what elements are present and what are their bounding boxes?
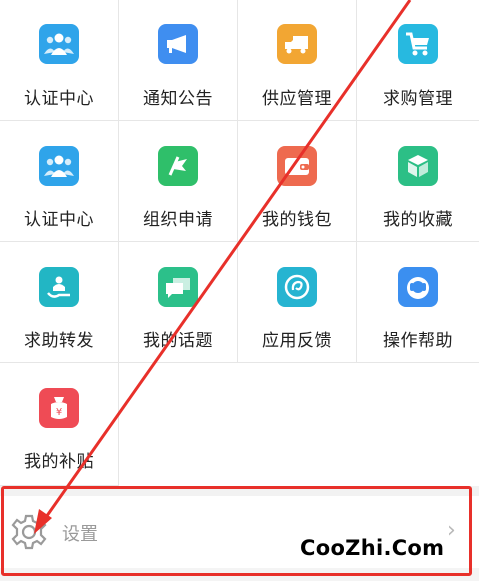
feedback-icon <box>277 267 317 307</box>
menu-item-my-topics[interactable]: 我的话题 <box>119 242 238 363</box>
wallet-icon <box>277 146 317 186</box>
help-forward-icon <box>39 267 79 307</box>
subsidy-bag-icon: ¥ <box>39 388 79 428</box>
people-icon <box>39 146 79 186</box>
menu-item-label: 求购管理 <box>383 89 453 109</box>
menu-item-label: 操作帮助 <box>383 331 453 351</box>
menu-item-operation-help[interactable]: 操作帮助 <box>357 242 479 363</box>
menu-item-wallet[interactable]: 我的钱包 <box>238 121 357 242</box>
menu-item-label: 我的话题 <box>143 331 213 351</box>
menu-item-label: 认证中心 <box>24 210 94 230</box>
menu-item-label: 应用反馈 <box>262 331 332 351</box>
menu-item-label: 求助转发 <box>24 331 94 351</box>
watermark: CooZhi.Com <box>300 536 445 560</box>
menu-item-purchase-management[interactable]: 求购管理 <box>357 0 479 121</box>
headset-icon <box>398 267 438 307</box>
menu-item-label: 我的补贴 <box>24 452 94 472</box>
menu-item-certification-center-2[interactable]: 认证中心 <box>0 121 119 242</box>
megaphone-icon <box>158 24 198 64</box>
cart-icon <box>398 24 438 64</box>
menu-item-label: 我的收藏 <box>383 210 453 230</box>
menu-item-organization-apply[interactable]: 组织申请 <box>119 121 238 242</box>
people-icon <box>39 24 79 64</box>
menu-item-label: 通知公告 <box>143 89 213 109</box>
svg-text:¥: ¥ <box>56 407 62 418</box>
menu-grid: 认证中心 通知公告 供应管理 求购管理 认证中心 组织申请 我的钱包 我的收藏 … <box>0 0 479 486</box>
flag-icon <box>158 146 198 186</box>
truck-icon <box>277 24 317 64</box>
menu-item-label: 认证中心 <box>24 89 94 109</box>
menu-item-label: 供应管理 <box>262 89 332 109</box>
chat-icon <box>158 267 198 307</box>
menu-item-supply-management[interactable]: 供应管理 <box>238 0 357 121</box>
menu-item-my-subsidy[interactable]: ¥ 我的补贴 <box>0 363 119 486</box>
menu-item-label: 我的钱包 <box>262 210 332 230</box>
menu-item-feedback[interactable]: 应用反馈 <box>238 242 357 363</box>
menu-item-favorites[interactable]: 我的收藏 <box>357 121 479 242</box>
menu-item-label: 组织申请 <box>143 210 213 230</box>
menu-item-help-forward[interactable]: 求助转发 <box>0 242 119 363</box>
menu-item-certification-center[interactable]: 认证中心 <box>0 0 119 121</box>
menu-item-notice[interactable]: 通知公告 <box>119 0 238 121</box>
annotation-highlight-box <box>1 486 472 576</box>
cube-icon <box>398 146 438 186</box>
